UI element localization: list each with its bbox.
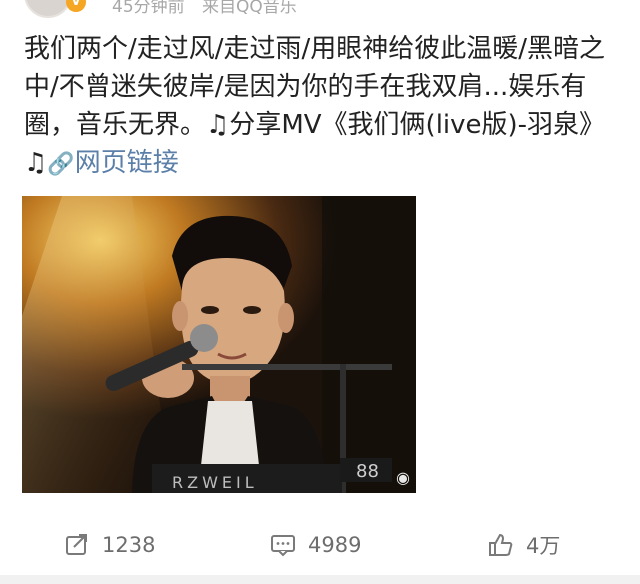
- music-note-icon: ♫: [206, 110, 230, 140]
- like-button[interactable]: 4万: [488, 515, 560, 575]
- repost-icon: [66, 534, 87, 555]
- comment-icon: [271, 535, 295, 557]
- post-time: 45分钟前: [112, 0, 185, 17]
- weibo-watermark: ◉: [396, 468, 410, 487]
- badge-text: 88: [356, 461, 379, 482]
- link-icon: 🔗: [47, 152, 75, 177]
- like-count: 4万: [526, 534, 561, 558]
- post-text: 我们两个/走过风/走过雨/用眼神给彼此温暖/黑暗之中/不曾迷失彼岸/是因为你的手…: [24, 30, 624, 184]
- action-bar: 1238 4989 4万: [0, 515, 640, 575]
- share-label: 分享MV《我们俩(live版)-羽泉》: [229, 110, 606, 140]
- post-source[interactable]: 来自QQ音乐: [202, 0, 297, 17]
- singer-photo: RZWEIL 88: [22, 196, 416, 493]
- verified-badge-icon: v: [66, 0, 86, 12]
- repost-button[interactable]: 1238: [64, 515, 155, 575]
- comment-button[interactable]: 4989: [270, 515, 361, 575]
- bottom-divider: [0, 575, 640, 584]
- post-meta: 45分钟前 来自QQ音乐: [112, 0, 297, 17]
- post-header: v 45分钟前 来自QQ音乐: [0, 0, 640, 22]
- web-link-label: 网页链接: [74, 148, 179, 178]
- weibo-eye-icon: ◉: [396, 468, 410, 487]
- music-note-icon: ♫: [24, 148, 48, 178]
- repost-count: 1238: [102, 533, 156, 557]
- comment-count: 4989: [308, 533, 362, 557]
- post-image[interactable]: RZWEIL 88 ◉: [22, 196, 416, 493]
- stand-text: RZWEIL: [172, 473, 258, 492]
- thumbs-up-icon: [489, 533, 513, 556]
- web-link[interactable]: 🔗网页链接: [47, 148, 178, 178]
- avatar[interactable]: [24, 0, 72, 18]
